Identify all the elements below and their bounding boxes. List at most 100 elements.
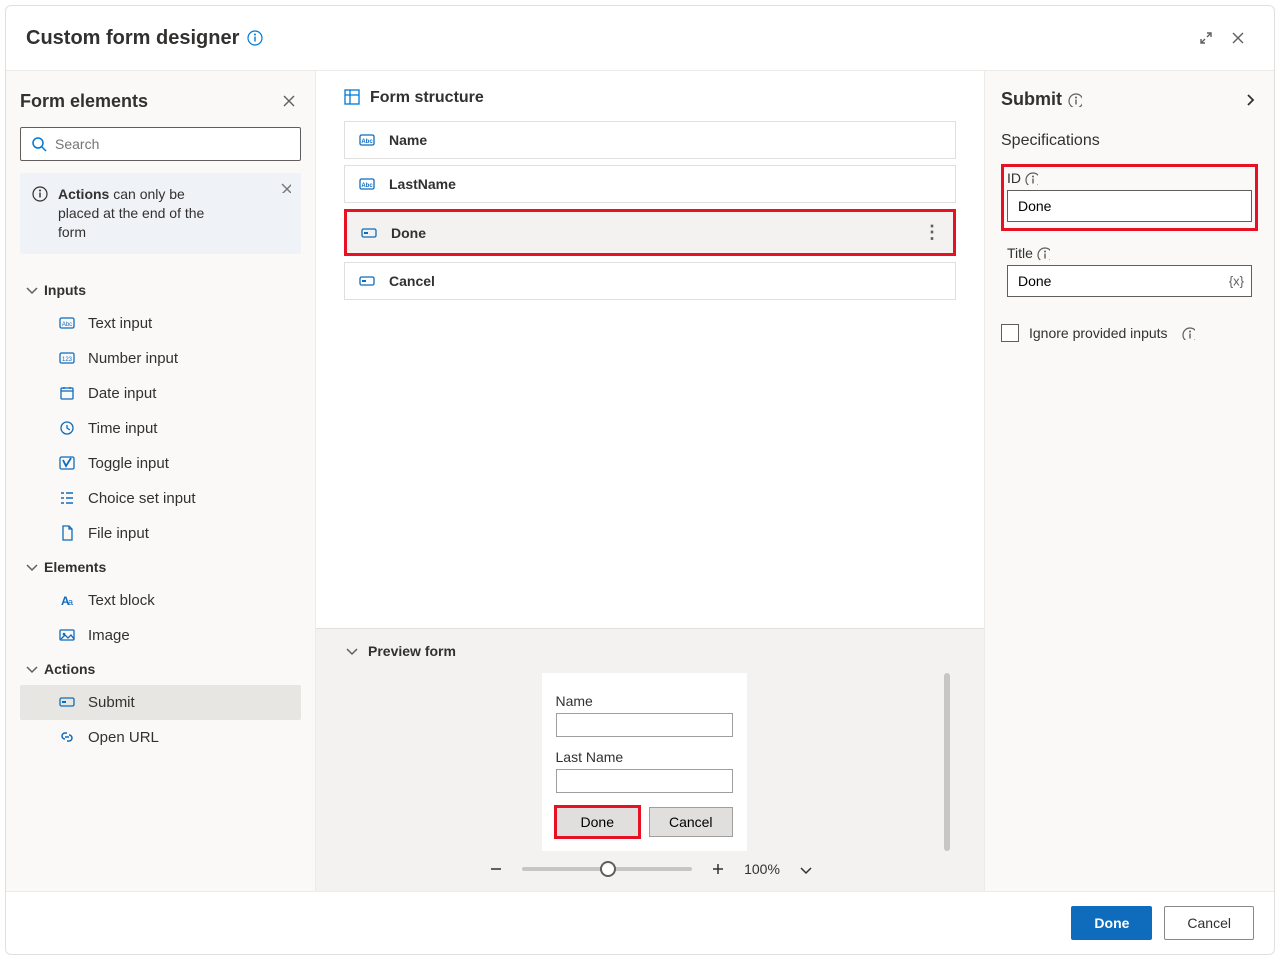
title-input[interactable] — [1007, 265, 1252, 297]
image-icon — [56, 627, 78, 643]
info-icon[interactable] — [1037, 247, 1050, 260]
title-label: Title — [1007, 245, 1252, 261]
id-label: ID — [1007, 170, 1252, 186]
zoom-in-button[interactable] — [710, 861, 726, 877]
preview-area: Preview form NameLast Name DoneCancel 10… — [316, 628, 984, 891]
structure-row-lastname[interactable]: LastName — [344, 165, 956, 203]
structure-row-cancel[interactable]: Cancel — [344, 262, 956, 300]
cancel-button[interactable]: Cancel — [1164, 906, 1254, 940]
info-icon[interactable] — [1025, 172, 1038, 185]
actions-item-submit[interactable]: Submit — [20, 685, 301, 720]
callout-text: Actions can only be placed at the end of… — [58, 185, 228, 242]
elements-group-header[interactable]: Elements — [20, 551, 301, 583]
preview-scrollbar[interactable] — [944, 673, 950, 851]
search-input[interactable] — [20, 127, 301, 161]
chevron-right-icon[interactable] — [1242, 92, 1258, 108]
actions-info-callout: Actions can only be placed at the end of… — [20, 173, 301, 254]
zoom-out-button[interactable] — [488, 861, 504, 877]
form-structure-title: Form structure — [344, 89, 956, 107]
actions-item-open-url[interactable]: Open URL — [20, 720, 301, 755]
inputs-item-toggle-input[interactable]: Toggle input — [20, 446, 301, 481]
inputs-item-file-input[interactable]: File input — [20, 516, 301, 551]
properties-panel: Submit Specifications ID Title — [984, 71, 1274, 891]
item-label: Choice set input — [88, 490, 196, 507]
app-window: Custom form designer Form elements Actio… — [5, 5, 1275, 955]
close-icon[interactable] — [1222, 22, 1254, 54]
abc-icon — [359, 132, 377, 148]
info-icon[interactable] — [1182, 327, 1195, 340]
abc-icon — [359, 176, 377, 192]
zoom-controls: 100% — [344, 861, 956, 877]
title-spec-block: Title {x} — [1001, 239, 1258, 306]
submit-icon — [359, 273, 377, 289]
zoom-dropdown-icon[interactable] — [798, 862, 812, 876]
preview-button-cancel[interactable]: Cancel — [649, 807, 733, 837]
inputs-group-header[interactable]: Inputs — [20, 274, 301, 306]
submit-icon — [56, 694, 78, 710]
zoom-value: 100% — [744, 861, 780, 877]
structure-row-done[interactable]: Done ⋮ — [344, 209, 956, 256]
footer: Done Cancel — [6, 891, 1274, 954]
ignore-inputs-row[interactable]: Ignore provided inputs — [1001, 324, 1258, 342]
structure-icon — [344, 89, 362, 107]
form-structure-area: Form structure Name LastName Done ⋮ Cancel — [316, 71, 984, 628]
center-panel: Form structure Name LastName Done ⋮ Cancel P… — [316, 71, 984, 891]
chevron-down-icon — [24, 559, 44, 575]
inputs-item-date-input[interactable]: Date input — [20, 376, 301, 411]
preview-input-name[interactable] — [556, 713, 733, 737]
fx-icon[interactable]: {x} — [1229, 274, 1244, 289]
item-label: Text block — [88, 592, 155, 609]
row-label: Done — [391, 225, 426, 241]
item-label: Number input — [88, 350, 178, 367]
preview-label-last-name: Last Name — [556, 749, 733, 765]
ignore-inputs-checkbox[interactable] — [1001, 324, 1019, 342]
ignore-inputs-label: Ignore provided inputs — [1029, 325, 1168, 341]
chevron-down-icon — [24, 661, 44, 677]
item-label: Image — [88, 627, 130, 644]
toggle-icon — [56, 455, 78, 471]
abc-icon — [56, 315, 78, 331]
inputs-item-number-input[interactable]: Number input — [20, 341, 301, 376]
textblock-icon — [56, 592, 78, 608]
search-field[interactable] — [55, 136, 290, 152]
chevron-down-icon — [344, 643, 360, 659]
file-icon — [56, 525, 78, 541]
preview-input-last-name[interactable] — [556, 769, 733, 793]
more-options-icon[interactable]: ⋮ — [923, 222, 939, 243]
inputs-item-text-input[interactable]: Text input — [20, 306, 301, 341]
inputs-item-choice-set-input[interactable]: Choice set input — [20, 481, 301, 516]
body: Form elements Actions can only be placed… — [6, 70, 1274, 891]
inputs-item-time-input[interactable]: Time input — [20, 411, 301, 446]
num-icon — [56, 350, 78, 366]
done-button[interactable]: Done — [1071, 906, 1152, 940]
row-label: Name — [389, 132, 427, 148]
zoom-slider[interactable] — [522, 867, 692, 871]
info-icon[interactable] — [247, 30, 263, 46]
elements-item-text-block[interactable]: Text block — [20, 583, 301, 618]
preview-card: NameLast Name DoneCancel — [542, 673, 747, 851]
dismiss-callout-icon[interactable] — [279, 181, 291, 193]
time-icon — [56, 420, 78, 436]
expand-icon[interactable] — [1190, 22, 1222, 54]
item-label: Toggle input — [88, 455, 169, 472]
preview-button-done[interactable]: Done — [556, 807, 640, 837]
elements-list: Inputs Text input Number input Date input T… — [20, 274, 301, 755]
specifications-title: Specifications — [1001, 132, 1258, 150]
actions-group-header[interactable]: Actions — [20, 653, 301, 685]
elements-item-image[interactable]: Image — [20, 618, 301, 653]
form-elements-panel: Form elements Actions can only be placed… — [6, 71, 316, 891]
structure-row-name[interactable]: Name — [344, 121, 956, 159]
item-label: Submit — [88, 694, 135, 711]
item-label: Time input — [88, 420, 157, 437]
properties-title: Submit — [1001, 89, 1062, 110]
id-input[interactable] — [1007, 190, 1252, 222]
search-icon — [31, 136, 47, 152]
collapse-left-panel-icon[interactable] — [277, 89, 301, 113]
item-label: File input — [88, 525, 149, 542]
preview-header[interactable]: Preview form — [344, 643, 956, 659]
item-label: Open URL — [88, 729, 159, 746]
info-icon[interactable] — [1068, 93, 1082, 107]
item-label: Date input — [88, 385, 156, 402]
header: Custom form designer — [6, 6, 1274, 70]
item-label: Text input — [88, 315, 152, 332]
